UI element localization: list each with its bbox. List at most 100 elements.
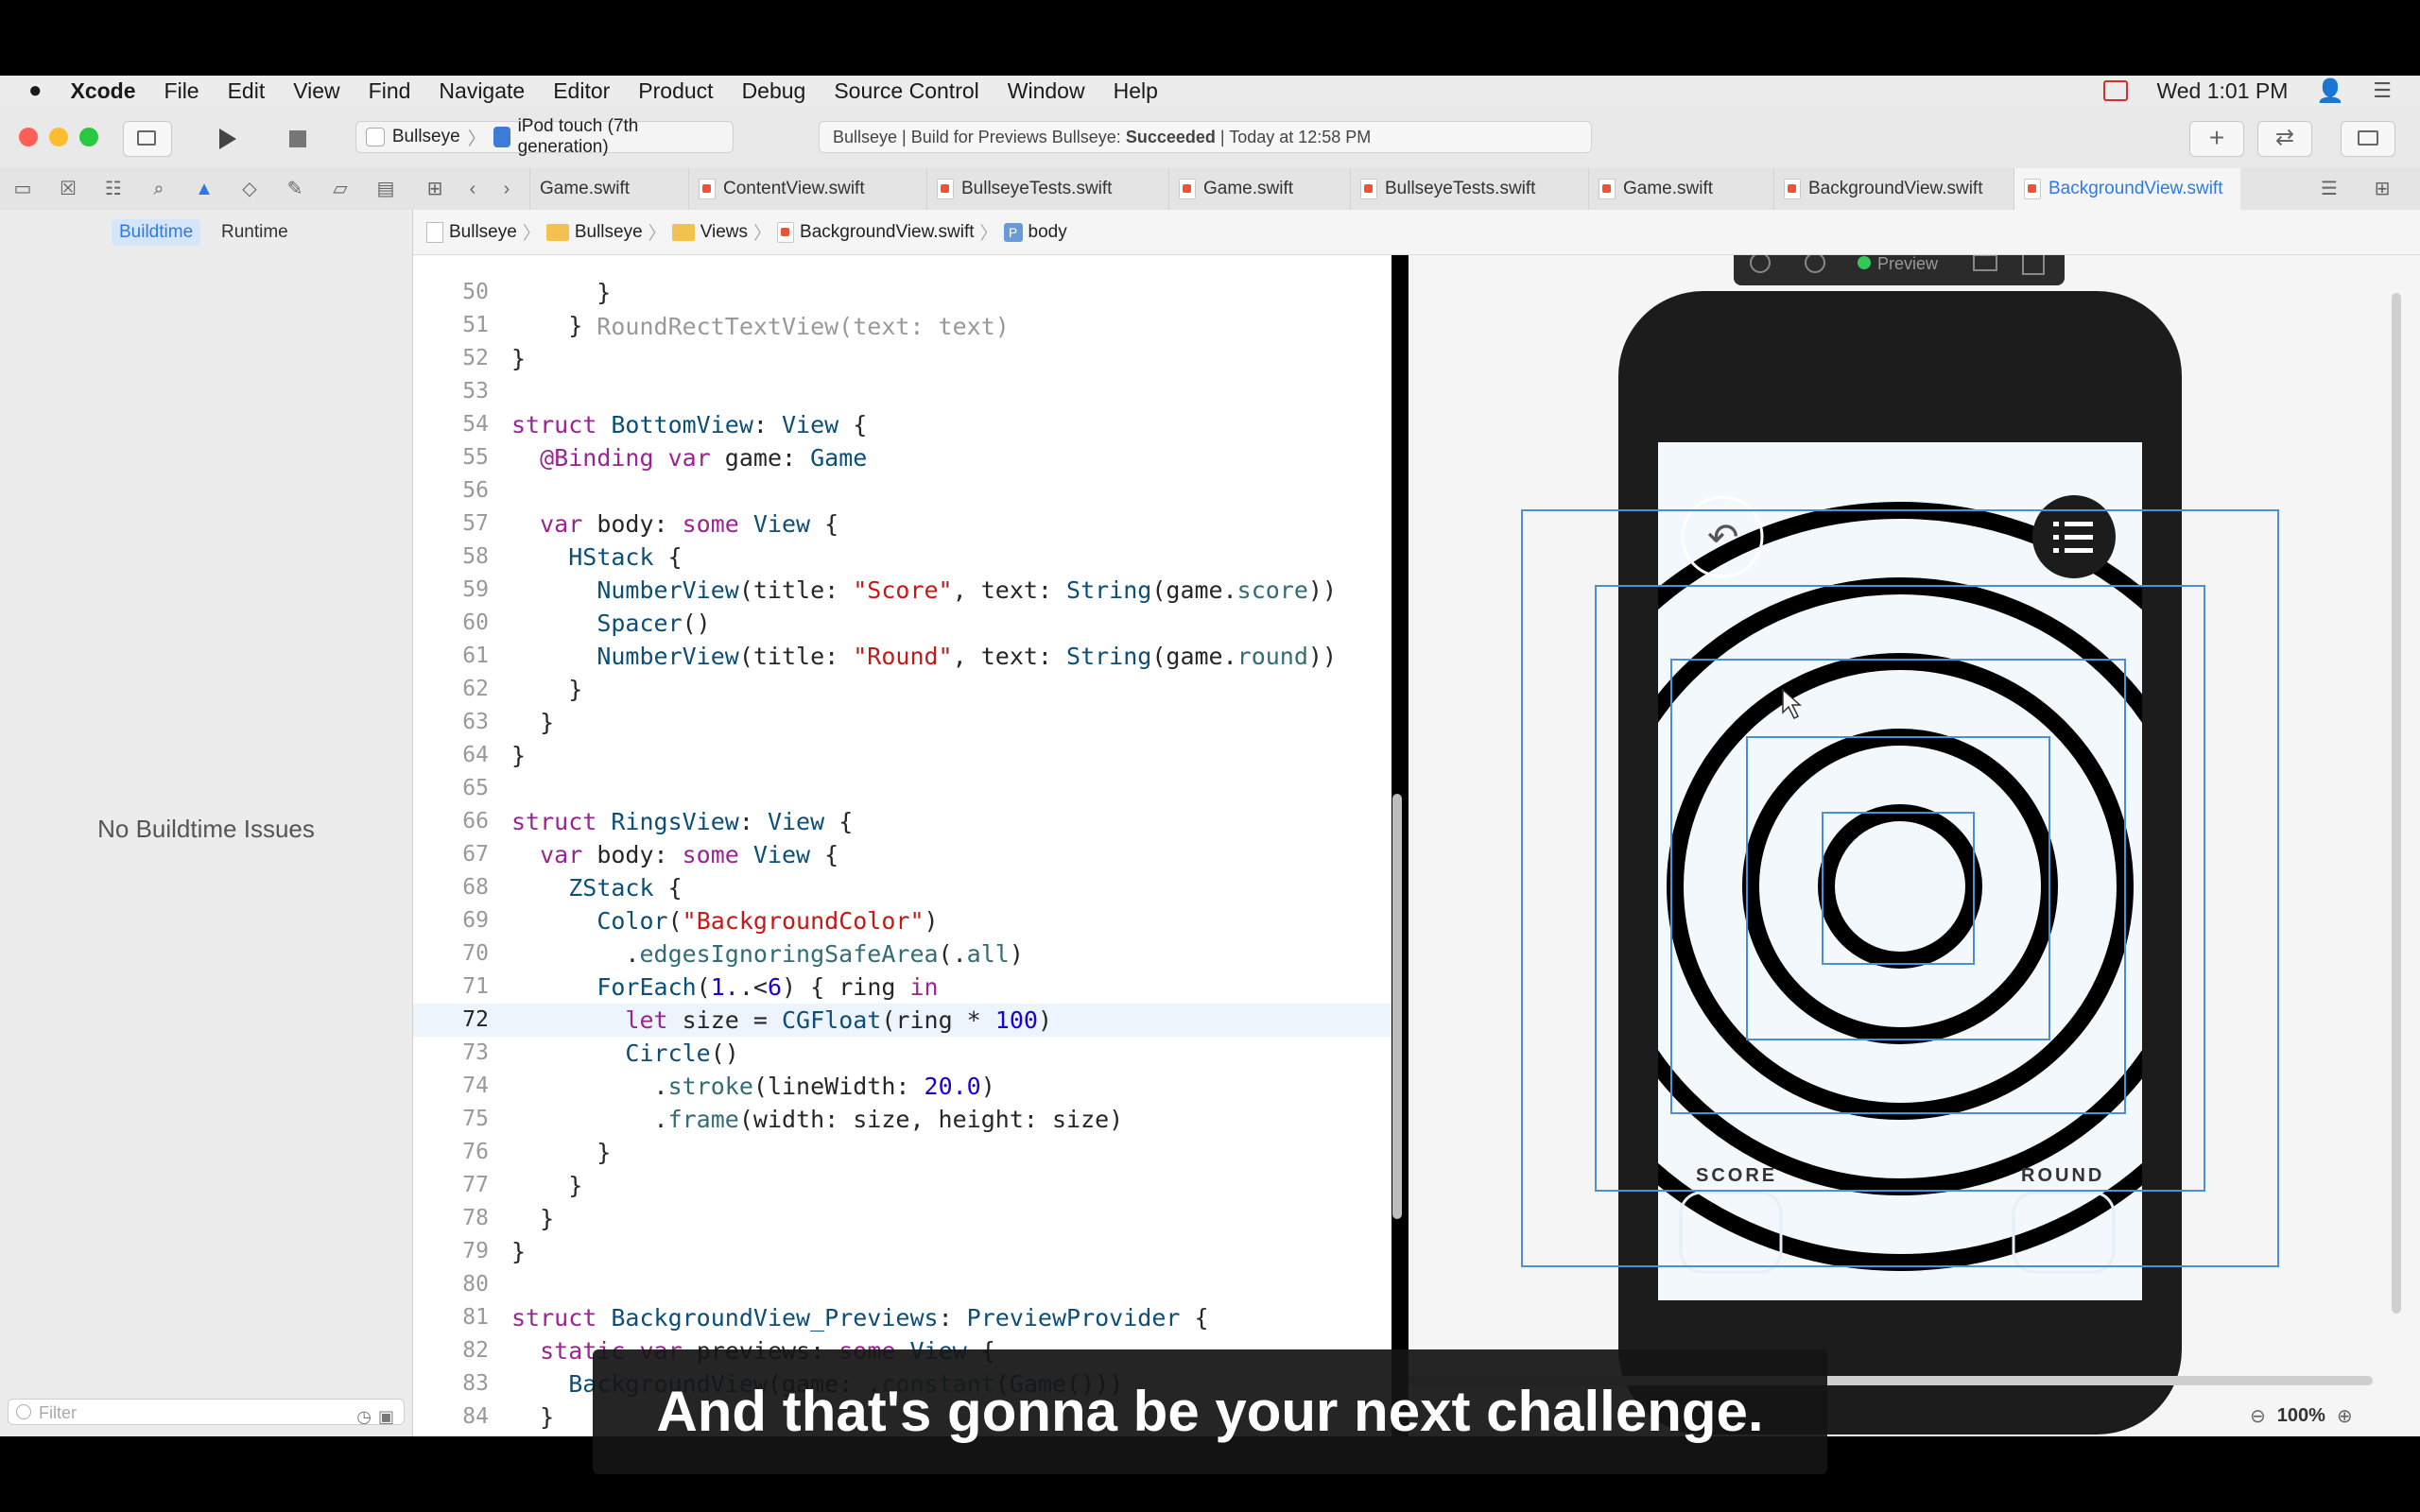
code-line[interactable]: 64}: [413, 739, 1392, 772]
menu-product[interactable]: Product: [638, 78, 713, 104]
line-number: 68: [462, 875, 489, 900]
menu-editor[interactable]: Editor: [553, 78, 610, 104]
find-icon[interactable]: ⌕: [147, 178, 170, 200]
menu-window[interactable]: Window: [1008, 78, 1085, 104]
code-line[interactable]: 70 .edgesIgnoringSafeArea(.all): [413, 937, 1392, 971]
screen-recording-icon[interactable]: [2103, 80, 2129, 101]
user-icon[interactable]: 👤: [2316, 77, 2344, 105]
breadcrumb-views[interactable]: Views: [700, 222, 748, 243]
breadcrumb-file[interactable]: BackgroundView.swift: [800, 222, 974, 243]
breadcrumb-project[interactable]: Bullseye: [449, 222, 517, 243]
menu-file[interactable]: File: [164, 78, 199, 104]
code-line[interactable]: 81 struct BackgroundView_Previews: Previe…: [413, 1301, 1392, 1334]
issue-warning-icon[interactable]: ▲: [193, 178, 216, 200]
issues-filter-icon[interactable]: ▣: [378, 1403, 394, 1430]
run-button[interactable]: [199, 121, 255, 155]
zoom-window-button[interactable]: [79, 128, 98, 146]
code-review-button[interactable]: ⇄: [2257, 121, 2312, 157]
code-line[interactable]: 80: [413, 1268, 1392, 1301]
code-line[interactable]: 63 }: [413, 706, 1392, 739]
zoom-in-icon[interactable]: ⊕: [2337, 1404, 2353, 1428]
stop-button[interactable]: [274, 121, 321, 155]
code-line[interactable]: 52}: [413, 342, 1392, 375]
folder-icon[interactable]: ▭: [11, 178, 34, 200]
preview-canvas[interactable]: Preview ↶ SCORE ROUND: [1409, 242, 2420, 1436]
tab-bullseye-tests-2[interactable]: BullseyeTests.swift: [1350, 168, 1586, 210]
breadcrumb-group[interactable]: Bullseye: [575, 222, 643, 243]
menu-navigate[interactable]: Navigate: [439, 78, 525, 104]
notification-center-icon[interactable]: ☰: [2373, 78, 2392, 103]
tab-game-swift-1[interactable]: Game.swift: [529, 168, 681, 210]
code-line[interactable]: 78 }: [413, 1202, 1392, 1235]
menu-source-control[interactable]: Source Control: [834, 78, 978, 104]
library-button[interactable]: +: [2189, 121, 2244, 157]
code-line[interactable]: 66 struct RingsView: View {: [413, 805, 1392, 838]
code-line[interactable]: 65: [413, 772, 1392, 805]
code-line[interactable]: 59 NumberView(title: "Score", text: Stri…: [413, 574, 1392, 607]
scheme-selector[interactable]: Bullseye 〉 iPod touch (7th generation): [355, 116, 734, 157]
tab-game-swift-2[interactable]: Game.swift: [1168, 168, 1348, 210]
filter-field[interactable]: Filter ◷ ▣: [8, 1399, 405, 1426]
debug-icon[interactable]: ✎: [284, 178, 306, 200]
segment-runtime[interactable]: Runtime: [214, 219, 296, 246]
code-line[interactable]: 72 let size = CGFloat(ring * 100): [413, 1004, 1392, 1037]
code-line[interactable]: 54 struct BottomView: View {: [413, 408, 1392, 441]
code-line[interactable]: 62 }: [413, 673, 1392, 706]
code-text: }: [511, 1238, 527, 1265]
source-editor[interactable]: RoundRectTextView(text: text) 50 } 51 } 52…: [413, 255, 1392, 1436]
tab-background-view-active[interactable]: BackgroundView.swift: [2014, 168, 2240, 210]
forward-icon[interactable]: ›: [495, 178, 518, 200]
tab-content-view[interactable]: ContentView.swift: [688, 168, 915, 210]
back-icon[interactable]: ‹: [461, 178, 484, 200]
code-line[interactable]: 61 NumberView(title: "Round", text: Stri…: [413, 640, 1392, 673]
editor-scrollbar[interactable]: [1392, 794, 1402, 1219]
code-line[interactable]: 75 .frame(width: size, height: size): [413, 1103, 1392, 1136]
test-icon[interactable]: ◇: [238, 178, 261, 200]
code-line[interactable]: 68 ZStack {: [413, 871, 1392, 904]
apple-menu-icon[interactable]: ●: [28, 77, 43, 104]
menu-view[interactable]: View: [293, 78, 339, 104]
grid-icon[interactable]: ⊞: [424, 178, 446, 200]
breadcrumb-symbol[interactable]: body: [1028, 222, 1067, 243]
code-line[interactable]: 69 Color("BackgroundColor"): [413, 904, 1392, 937]
symbol-icon[interactable]: ☷: [102, 178, 125, 200]
code-line[interactable]: 77 }: [413, 1169, 1392, 1202]
segment-buildtime[interactable]: Buildtime: [112, 219, 201, 246]
editor-options-icon[interactable]: ☰: [2318, 178, 2341, 200]
zoom-out-icon[interactable]: ⊖: [2250, 1404, 2266, 1428]
code-line[interactable]: 73 Circle(): [413, 1037, 1392, 1070]
code-line[interactable]: 74 .stroke(lineWidth: 20.0): [413, 1070, 1392, 1103]
code-line[interactable]: 50 }: [413, 276, 1392, 309]
code-line[interactable]: 51 }: [413, 309, 1392, 342]
menubar-clock[interactable]: Wed 1:01 PM: [2156, 78, 2288, 104]
menu-find[interactable]: Find: [369, 78, 411, 104]
inspector-toggle-button[interactable]: [2341, 121, 2395, 157]
add-editor-icon[interactable]: ⊞: [2371, 178, 2394, 200]
report-icon[interactable]: ▤: [374, 178, 397, 200]
code-line[interactable]: 55 @Binding var game: Game: [413, 441, 1392, 474]
code-line[interactable]: 56: [413, 474, 1392, 507]
code-line[interactable]: 67 var body: some View {: [413, 838, 1392, 871]
breakpoint-icon[interactable]: ▱: [329, 178, 352, 200]
code-line[interactable]: 53: [413, 375, 1392, 408]
clock-icon[interactable]: ◷: [356, 1403, 372, 1430]
tab-bullseye-tests-1[interactable]: BullseyeTests.swift: [926, 168, 1163, 210]
code-line[interactable]: 58 HStack {: [413, 541, 1392, 574]
menu-debug[interactable]: Debug: [742, 78, 806, 104]
tab-game-swift-3[interactable]: Game.swift: [1588, 168, 1768, 210]
menu-xcode[interactable]: Xcode: [71, 78, 136, 104]
tab-background-view-1[interactable]: BackgroundView.swift: [1773, 168, 2010, 210]
close-window-button[interactable]: [19, 128, 38, 146]
preview-control-bar[interactable]: Preview: [1734, 242, 2065, 285]
menu-help[interactable]: Help: [1114, 78, 1158, 104]
minimize-window-button[interactable]: [49, 128, 68, 146]
code-line[interactable]: 79}: [413, 1235, 1392, 1268]
code-line[interactable]: 76 }: [413, 1136, 1392, 1169]
code-line[interactable]: 71 ForEach(1..<6) { ring in: [413, 971, 1392, 1004]
menu-edit[interactable]: Edit: [228, 78, 266, 104]
code-line[interactable]: 60 Spacer(): [413, 607, 1392, 640]
source-control-icon[interactable]: ☒: [57, 178, 79, 200]
canvas-vertical-scrollbar[interactable]: [2392, 293, 2401, 1314]
code-line[interactable]: 57 var body: some View {: [413, 507, 1392, 541]
navigator-toggle-button[interactable]: [123, 121, 172, 157]
